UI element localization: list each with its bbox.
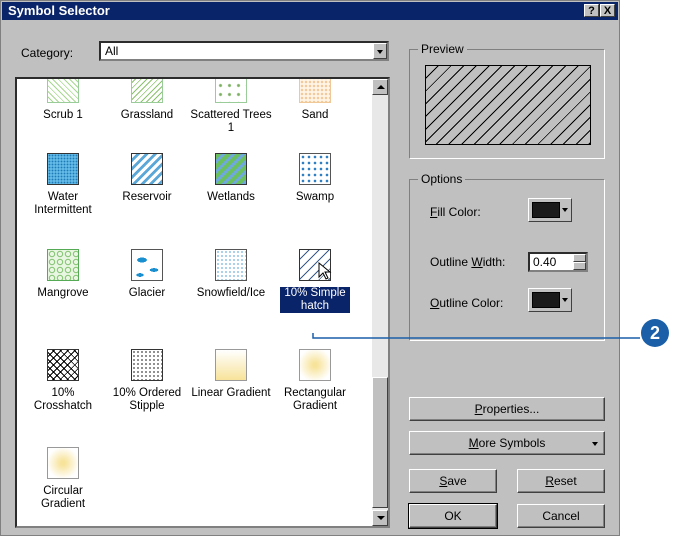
- callout-number: 2: [649, 323, 660, 343]
- callout-leader-line: [312, 333, 640, 339]
- callout-overlay: [312, 319, 669, 347]
